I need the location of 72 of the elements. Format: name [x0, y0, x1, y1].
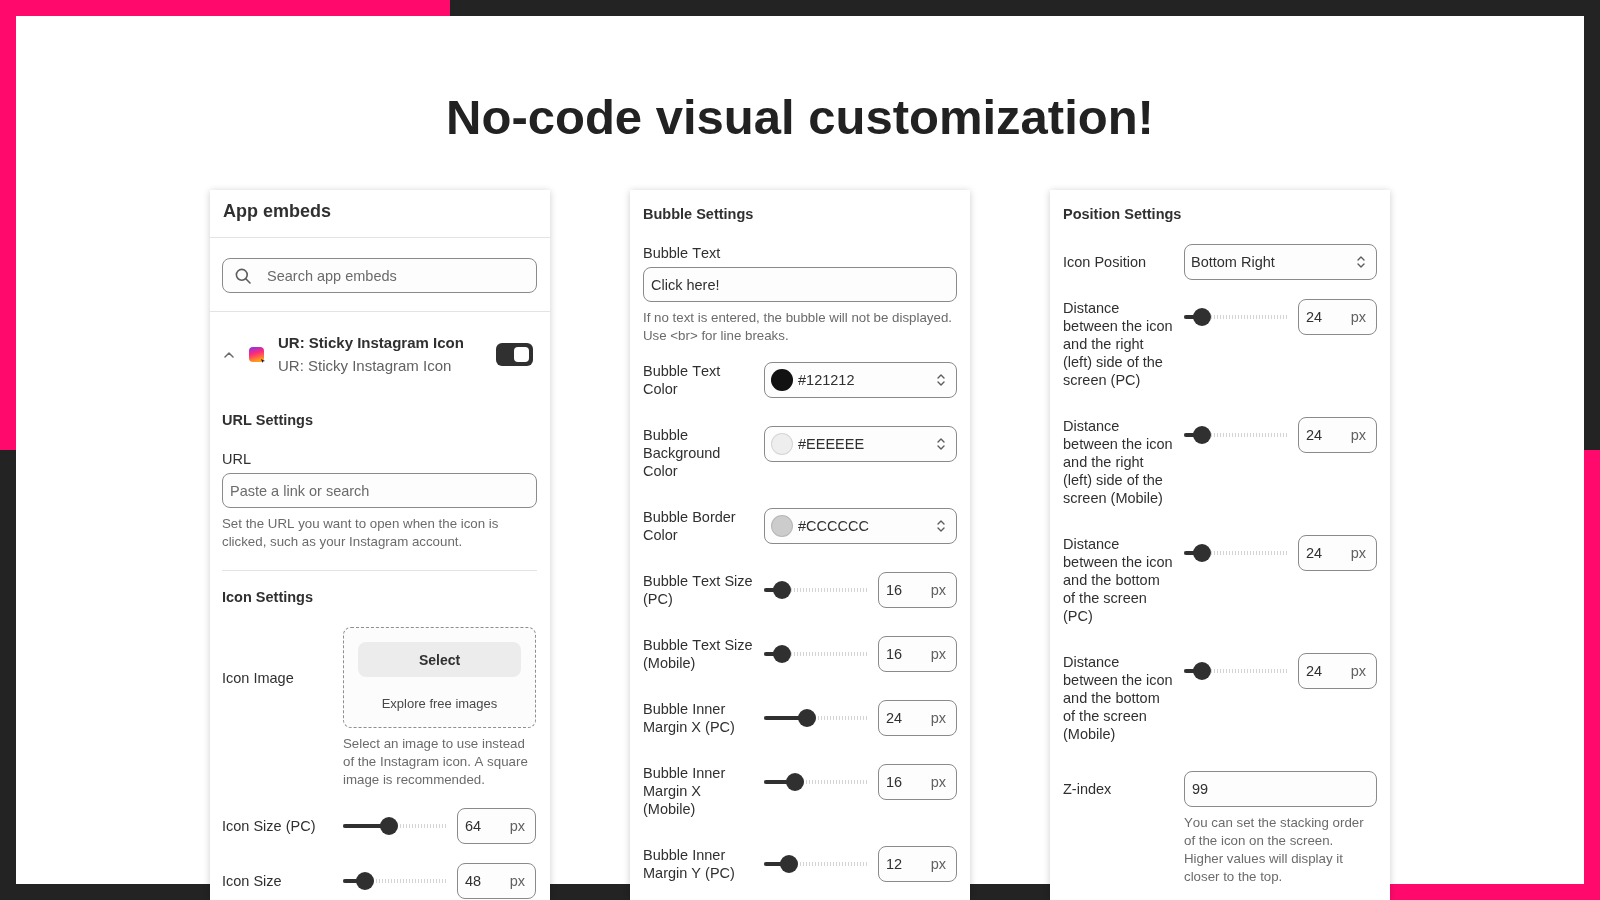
embed-subtitle: UR: Sticky Instagram Icon: [278, 356, 452, 376]
help-text: If no text is entered, the bubble will not be displayed. Use <br> for line breaks.: [643, 309, 953, 345]
select-field[interactable]: Bottom Right: [1184, 244, 1377, 280]
field-label: URL: [222, 451, 251, 467]
slider-thumb[interactable]: [797, 709, 816, 727]
select-field[interactable]: #EEEEEE: [764, 426, 957, 462]
text-field[interactable]: Click here!: [643, 267, 957, 302]
up-down-chevron-icon: [936, 437, 946, 451]
up-down-chevron-icon: [1356, 255, 1366, 269]
number-field[interactable]: 16 px: [878, 764, 957, 800]
app-icon: [249, 346, 265, 363]
field-label: Icon Position: [1063, 253, 1147, 271]
help-text: Set the URL you want to open when the icon is clicked, such as your Instagram account.: [222, 515, 500, 551]
field-label: Icon Size (PC): [222, 817, 316, 835]
select-field[interactable]: #121212: [764, 362, 957, 398]
number-field[interactable]: 24 px: [878, 700, 957, 736]
slider-thumb[interactable]: [1192, 308, 1211, 326]
panel-title: Position Settings: [1063, 205, 1182, 224]
number-field[interactable]: 16 px: [878, 572, 957, 608]
embed-title: UR: Sticky Instagram Icon: [278, 333, 464, 353]
explore-images-link[interactable]: Explore free images: [381, 696, 498, 711]
section-heading: Icon Settings: [222, 588, 314, 607]
up-down-chevron-icon: [936, 373, 946, 387]
page-heading: No-code visual customization!: [446, 89, 1154, 146]
help-text: You can set the stacking order of the icon on the screen. Higher values will display it closer to the top.: [1184, 814, 1365, 886]
slider-thumb[interactable]: [1192, 544, 1211, 562]
slider-thumb[interactable]: [355, 872, 374, 890]
help-text: Select an image to use instead of the Instagram icon. A square image is recommended.: [343, 735, 529, 789]
field-label: Icon Size: [222, 872, 282, 890]
select-field[interactable]: #CCCCCC: [764, 508, 957, 544]
field-label: Distance between the icon and the bottom of the screen (PC): [1063, 535, 1174, 625]
field-label: Bubble Text Size (Mobile): [643, 636, 754, 672]
field-label: Bubble Background Color: [643, 426, 722, 480]
text-field[interactable]: 99: [1184, 771, 1377, 807]
number-field[interactable]: 12 px: [878, 846, 957, 882]
search-field[interactable]: Search app embeds: [222, 258, 537, 293]
field-label: Bubble Text Size (PC): [643, 572, 754, 608]
slider-thumb[interactable]: [779, 855, 798, 873]
slider-thumb[interactable]: [786, 773, 805, 791]
number-field[interactable]: 48 px: [457, 863, 536, 899]
slider-thumb[interactable]: [379, 817, 398, 835]
field-label: Icon Image: [222, 668, 294, 687]
toggle-switch[interactable]: [496, 343, 533, 366]
section-heading: URL Settings: [222, 411, 314, 430]
select-button[interactable]: Select: [358, 642, 521, 677]
field-label: Distance between the icon and the bottom of the screen (Mobile): [1063, 653, 1174, 743]
field-label: Z-index: [1063, 780, 1112, 798]
field-label: Bubble Text: [643, 245, 721, 261]
number-field[interactable]: 24 px: [1298, 535, 1377, 571]
text-field[interactable]: Paste a link or search: [222, 473, 537, 508]
field-label: Bubble Inner Margin X (PC): [643, 700, 736, 736]
slider-thumb[interactable]: [772, 645, 791, 663]
number-field[interactable]: 64 px: [457, 808, 536, 844]
search-icon: [235, 267, 251, 284]
slider-thumb[interactable]: [772, 581, 791, 599]
number-field[interactable]: 24 px: [1298, 417, 1377, 453]
number-field[interactable]: 24 px: [1298, 653, 1377, 689]
field-label: Bubble Border Color: [643, 508, 737, 544]
panel-title: App embeds: [223, 200, 332, 223]
panel-title: Bubble Settings: [643, 205, 754, 224]
field-label: Bubble Inner Margin Y (PC): [643, 846, 736, 882]
field-label: Distance between the icon and the right (left) side of the screen (Mobile): [1063, 417, 1174, 507]
field-label: Bubble Text Color: [643, 362, 722, 398]
up-down-chevron-icon: [936, 519, 946, 533]
field-label: Bubble Inner Margin X (Mobile): [643, 764, 727, 818]
number-field[interactable]: 16 px: [878, 636, 957, 672]
chevron-up-icon[interactable]: [224, 351, 234, 358]
field-label: Distance between the icon and the right (left) side of the screen (PC): [1063, 299, 1174, 389]
image-drop-zone[interactable]: Select Explore free images: [343, 627, 536, 728]
slider-thumb[interactable]: [1192, 426, 1211, 444]
slider-thumb[interactable]: [1192, 662, 1211, 680]
number-field[interactable]: 24 px: [1298, 299, 1377, 335]
